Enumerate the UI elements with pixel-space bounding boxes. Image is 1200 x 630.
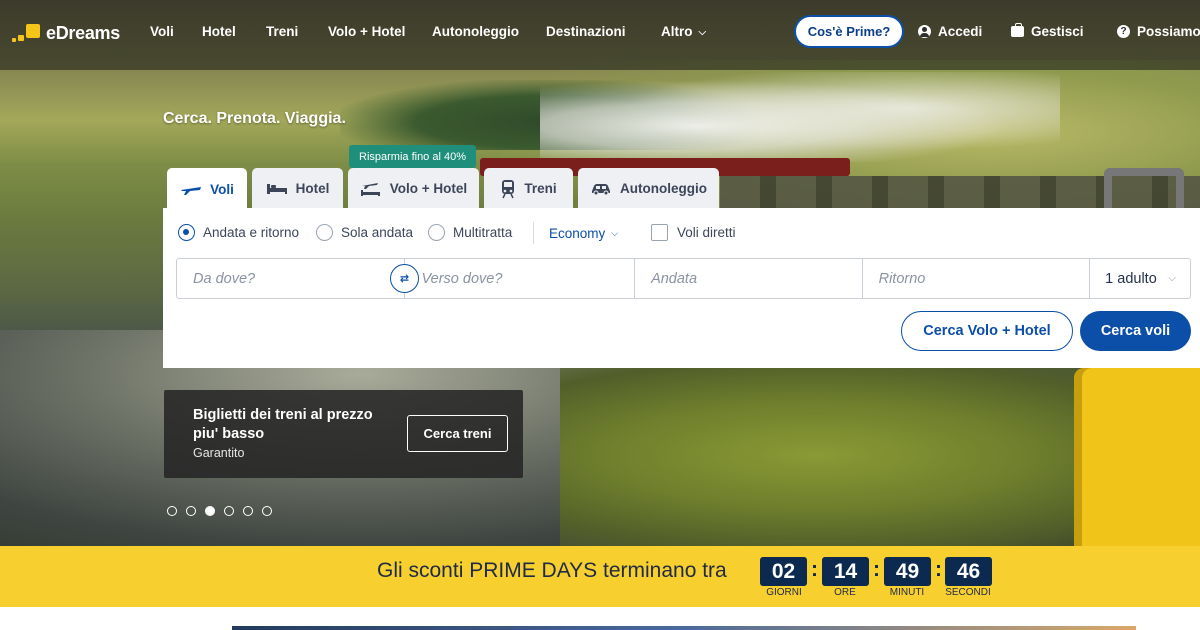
countdown-hours: 14 xyxy=(822,557,869,586)
car-icon xyxy=(592,183,610,195)
countdown-separator: : xyxy=(811,558,818,581)
tab-volo-hotel[interactable]: Volo + Hotel xyxy=(348,168,479,209)
tab-label: Voli xyxy=(210,181,234,197)
help-link[interactable]: ? Possiamo a xyxy=(1117,24,1200,39)
tab-label: Volo + Hotel xyxy=(389,181,468,196)
carousel-dot[interactable] xyxy=(224,506,234,516)
nav-item-treni[interactable]: Treni xyxy=(266,24,298,39)
trip-type-multicity[interactable]: Multitratta xyxy=(428,224,512,241)
manage-booking-link[interactable]: Gestisci xyxy=(1011,23,1084,39)
plane-bed-icon xyxy=(360,182,380,196)
search-flights-button[interactable]: Cerca voli xyxy=(1080,311,1191,351)
trip-type-label: Multitratta xyxy=(453,225,513,240)
background-suitcase xyxy=(1074,368,1200,546)
nav-item-altro[interactable]: Altro ⌵ xyxy=(661,24,706,39)
tab-label: Hotel xyxy=(295,181,330,196)
radio-icon xyxy=(428,224,445,241)
checkbox-icon xyxy=(651,224,668,241)
nav-item-hotel[interactable]: Hotel xyxy=(202,24,236,39)
trip-type-label: Sola andata xyxy=(341,225,414,240)
origin-input[interactable]: Da dove? xyxy=(177,259,406,298)
logo-text: eDreams xyxy=(46,22,120,43)
carousel-dot[interactable] xyxy=(243,506,253,516)
countdown-label: MINUTI xyxy=(889,587,925,598)
destination-input[interactable]: Verso dove? xyxy=(406,259,635,298)
search-trains-button[interactable]: Cerca treni xyxy=(407,415,508,452)
carousel-dot[interactable] xyxy=(262,506,272,516)
search-flight-hotel-button[interactable]: Cerca Volo + Hotel xyxy=(901,311,1073,351)
tab-voli[interactable]: Voli xyxy=(167,168,247,210)
bed-icon xyxy=(266,183,287,194)
promo-card-subtitle: Garantito xyxy=(193,446,245,460)
carousel-dot[interactable] xyxy=(186,506,196,516)
swap-locations-button[interactable]: ⇄ xyxy=(390,264,419,293)
direct-flights-label: Voli diretti xyxy=(677,225,736,240)
countdown-label: ORE xyxy=(834,587,856,598)
carousel-dot-active[interactable] xyxy=(205,506,215,516)
countdown-label: SECONDI xyxy=(945,587,991,598)
chevron-down-icon: ⌵ xyxy=(611,228,619,238)
tab-autonoleggio[interactable]: Autonoleggio xyxy=(578,168,719,209)
countdown-days: 02 xyxy=(760,557,807,586)
carousel-dots xyxy=(167,506,272,516)
radio-icon xyxy=(316,224,333,241)
countdown-label: GIORNI xyxy=(766,587,802,598)
passengers-select[interactable]: 1 adulto ⌵ xyxy=(1089,259,1190,298)
help-label: Possiamo a xyxy=(1137,24,1200,39)
login-link[interactable]: Accedi xyxy=(918,24,982,39)
tab-label: Treni xyxy=(524,181,557,196)
edreams-logo[interactable]: eDreams xyxy=(12,22,120,44)
top-navigation-bar: eDreams Voli Hotel Treni Volo + Hotel Au… xyxy=(0,0,1200,70)
hero-headline: Cerca. Prenota. Viaggia. xyxy=(163,110,346,127)
manage-label: Gestisci xyxy=(1031,24,1084,39)
promo-badge: Risparmia fino al 40% xyxy=(349,145,476,173)
passengers-value: 1 adulto xyxy=(1105,270,1157,287)
countdown-separator: : xyxy=(935,558,942,581)
logo-mark-icon xyxy=(12,22,42,44)
chevron-down-icon: ⌵ xyxy=(1168,273,1176,284)
nav-item-altro-label: Altro xyxy=(661,24,693,39)
trip-type-label: Andata e ritorno xyxy=(203,225,300,240)
countdown-minutes: 49 xyxy=(884,557,931,586)
trip-type-oneway[interactable]: Sola andata xyxy=(316,224,413,241)
options-divider xyxy=(533,222,534,244)
user-icon xyxy=(918,25,931,38)
swap-icon: ⇄ xyxy=(399,273,410,285)
next-section-edge xyxy=(232,626,1136,630)
plane-icon xyxy=(181,187,202,195)
carousel-dot[interactable] xyxy=(167,506,177,516)
nav-item-volo-hotel[interactable]: Volo + Hotel xyxy=(328,24,405,39)
nav-item-destinazioni[interactable]: Destinazioni xyxy=(546,24,626,39)
return-date-input[interactable]: Ritorno xyxy=(861,259,1090,298)
countdown-text: Gli sconti PRIME DAYS terminano tra xyxy=(377,559,727,582)
departure-date-input[interactable]: Andata xyxy=(634,259,862,298)
countdown-separator: : xyxy=(873,558,880,581)
search-fields: Da dove? Verso dove? Andata Ritorno 1 ad… xyxy=(176,258,1191,299)
trip-type-return[interactable]: Andata e ritorno xyxy=(178,224,299,241)
chevron-down-icon: ⌵ xyxy=(698,27,707,38)
prime-info-button[interactable]: Cos'è Prime? xyxy=(794,15,904,48)
direct-flights-checkbox[interactable]: Voli diretti xyxy=(651,224,736,241)
promo-card-title: Biglietti dei treni al prezzo piu' basso xyxy=(193,407,373,442)
train-icon xyxy=(502,179,515,198)
nav-item-voli[interactable]: Voli xyxy=(150,24,174,39)
tab-treni[interactable]: Treni xyxy=(484,168,573,209)
tab-hotel[interactable]: Hotel xyxy=(252,168,343,209)
cabin-class-select[interactable]: Economy ⌵ xyxy=(549,226,618,241)
nav-item-autonoleggio[interactable]: Autonoleggio xyxy=(432,24,519,39)
cabin-class-value: Economy xyxy=(549,226,606,241)
radio-selected-icon xyxy=(178,224,195,241)
login-label: Accedi xyxy=(938,24,983,39)
help-icon: ? xyxy=(1117,25,1130,38)
tab-label: Autonoleggio xyxy=(620,181,707,196)
background-train-steam xyxy=(540,72,1060,162)
briefcase-icon xyxy=(1011,23,1024,37)
countdown-seconds: 46 xyxy=(945,557,992,586)
